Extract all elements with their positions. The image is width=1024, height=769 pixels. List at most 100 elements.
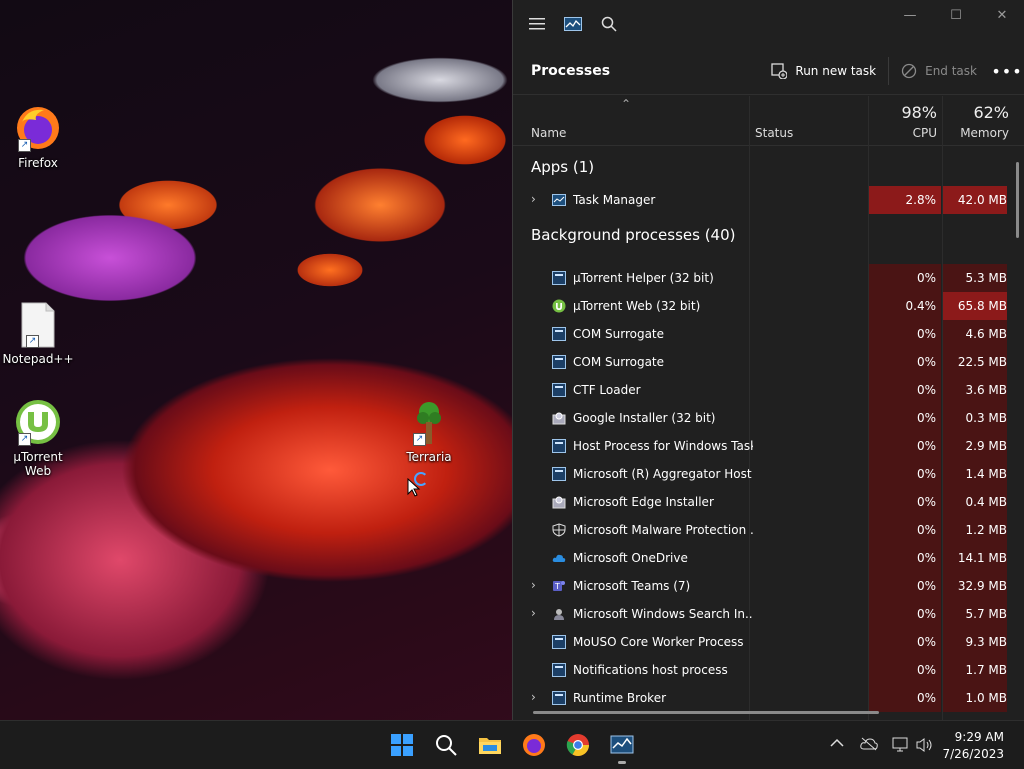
task-manager-icon[interactable]	[610, 733, 634, 757]
process-name: Microsoft Teams (7)	[573, 579, 691, 593]
memory-value: 5.3 MB	[943, 264, 1007, 292]
shortcut-arrow-icon: ↗	[413, 433, 426, 446]
run-new-task-label: Run new task	[795, 64, 877, 78]
run-new-task-button[interactable]: Run new task	[759, 55, 888, 87]
cpu-value-text: 0%	[916, 523, 936, 537]
table-row[interactable]: Microsoft Edge Installer 0% 0.4 MB	[513, 488, 1007, 516]
search-icon[interactable]	[434, 733, 458, 757]
onedrive-offline-icon[interactable]	[860, 737, 878, 755]
chrome-icon[interactable]	[566, 733, 590, 757]
process-name: Microsoft Edge Installer	[573, 495, 714, 509]
column-cpu[interactable]: 98% CPU	[869, 103, 937, 140]
process-name: MoUSO Core Worker Process	[573, 635, 744, 649]
window-icon	[552, 327, 566, 341]
desktop-icon-terraria[interactable]: ↗ Terraria	[391, 400, 467, 464]
table-row[interactable]: COM Surrogate 0% 22.5 MB	[513, 348, 1007, 376]
chevron-right-icon[interactable]: ›	[531, 606, 536, 620]
firefox-icon[interactable]	[522, 733, 546, 757]
table-row[interactable]: Host Process for Windows Tasks 0% 2.9 MB	[513, 432, 1007, 460]
process-name: CTF Loader	[573, 383, 641, 397]
installer-icon	[552, 411, 566, 425]
cpu-value: 0%	[869, 432, 941, 460]
process-name: Host Process for Windows Tasks	[573, 439, 753, 453]
cpu-value-text: 0%	[916, 411, 936, 425]
title-bar: — ☐ ✕	[513, 0, 1024, 48]
window-icon	[552, 691, 566, 705]
clock[interactable]: 9:29 AM 7/26/2023	[942, 729, 1004, 763]
column-name[interactable]: Name	[531, 126, 566, 140]
memory-value: 3.6 MB	[943, 376, 1007, 404]
memory-value: 0.3 MB	[943, 404, 1007, 432]
close-button[interactable]: ✕	[979, 0, 1024, 30]
group-apps[interactable]: Apps (1)	[513, 146, 1007, 186]
table-row[interactable]: Google Installer (32 bit) 0% 0.3 MB	[513, 404, 1007, 432]
task-manager-icon	[552, 193, 566, 207]
table-row[interactable]: › Runtime Broker 0% 1.0 MB	[513, 684, 1007, 712]
end-task-button[interactable]: End task	[889, 55, 989, 87]
volume-icon[interactable]	[916, 737, 934, 757]
memory-value: 1.2 MB	[943, 516, 1007, 544]
run-task-icon	[771, 63, 788, 79]
cpu-value-text: 0%	[916, 635, 936, 649]
cpu-value: 0%	[869, 628, 941, 656]
process-name: µTorrent Web (32 bit)	[573, 299, 701, 313]
desktop-icon-utorrent-web[interactable]: ↗ µTorrent Web	[0, 398, 76, 478]
vertical-scrollbar[interactable]	[1016, 162, 1019, 238]
start-windows-icon[interactable]	[390, 733, 414, 757]
chevron-right-icon[interactable]: ›	[531, 192, 536, 206]
chevron-up-icon[interactable]	[830, 737, 844, 752]
table-row[interactable]: Notifications host process 0% 1.7 MB	[513, 656, 1007, 684]
group-background-processes[interactable]: Background processes (40)	[513, 224, 1007, 264]
table-row[interactable]: › T Microsoft Teams (7) 0% 32.9 MB	[513, 572, 1007, 600]
network-icon[interactable]	[892, 737, 910, 757]
search-indexer-icon	[552, 607, 566, 621]
sort-caret-icon[interactable]: ⌃	[621, 97, 631, 111]
cpu-label: CPU	[912, 126, 937, 140]
memory-label: Memory	[960, 126, 1009, 140]
block-icon	[901, 63, 917, 79]
table-row[interactable]: Microsoft Malware Protection ... 0% 1.2 MB	[513, 516, 1007, 544]
desktop-icon-notepadpp[interactable]: ↗ Notepad++	[0, 302, 76, 366]
memory-value: 22.5 MB	[943, 348, 1007, 376]
minimize-button[interactable]: —	[887, 0, 933, 30]
memory-value: 14.1 MB	[943, 544, 1007, 572]
teams-icon: T	[552, 579, 566, 593]
search-icon[interactable]	[591, 0, 627, 48]
hamburger-menu-icon[interactable]	[519, 0, 555, 48]
table-row[interactable]: MoUSO Core Worker Process 0% 9.3 MB	[513, 628, 1007, 656]
cpu-value: 0%	[869, 544, 941, 572]
desktop-icon-firefox[interactable]: ↗ Firefox	[0, 104, 76, 170]
memory-value: 9.3 MB	[943, 628, 1007, 656]
cpu-value: 0%	[869, 404, 941, 432]
column-header: ⌃ Name Status 98% CPU 62% Memory	[513, 95, 1024, 146]
table-row[interactable]: COM Surrogate 0% 4.6 MB	[513, 320, 1007, 348]
column-status[interactable]: Status	[755, 126, 793, 140]
table-row[interactable]: CTF Loader 0% 3.6 MB	[513, 376, 1007, 404]
chevron-right-icon[interactable]: ›	[531, 690, 536, 704]
table-row[interactable]: › Microsoft Windows Search In... 0% 5.7 MB	[513, 600, 1007, 628]
utorrent-icon	[552, 299, 566, 313]
memory-value: 2.9 MB	[943, 432, 1007, 460]
desktop-icon-label: Terraria	[406, 450, 452, 464]
table-row[interactable]: › Task Manager 2.8% 42.0 MB	[513, 186, 1007, 214]
taskbar: 9:29 AM 7/26/2023	[0, 720, 1024, 769]
clock-date: 7/26/2023	[942, 747, 1004, 761]
cpu-value: 0%	[869, 600, 941, 628]
memory-value: 65.8 MB	[943, 292, 1007, 320]
table-row[interactable]: Microsoft (R) Aggregator Host 0% 1.4 MB	[513, 460, 1007, 488]
cpu-value: 0%	[869, 656, 941, 684]
process-name: Google Installer (32 bit)	[573, 411, 716, 425]
maximize-button[interactable]: ☐	[933, 0, 979, 30]
table-row[interactable]: Microsoft OneDrive 0% 14.1 MB	[513, 544, 1007, 572]
cpu-value: 0.4%	[869, 292, 941, 320]
file-explorer-icon[interactable]	[478, 733, 502, 757]
cpu-value-text: 2.8%	[905, 193, 937, 207]
table-row[interactable]: µTorrent Web (32 bit) 0.4% 65.8 MB	[513, 292, 1007, 320]
more-options-icon[interactable]: •••	[989, 62, 1024, 81]
table-row[interactable]: µTorrent Helper (32 bit) 0% 5.3 MB	[513, 264, 1007, 292]
horizontal-scrollbar[interactable]	[533, 711, 879, 714]
cpu-value-text: 0%	[916, 551, 936, 565]
window-icon	[552, 663, 566, 677]
chevron-right-icon[interactable]: ›	[531, 578, 536, 592]
column-memory[interactable]: 62% Memory	[943, 103, 1009, 140]
